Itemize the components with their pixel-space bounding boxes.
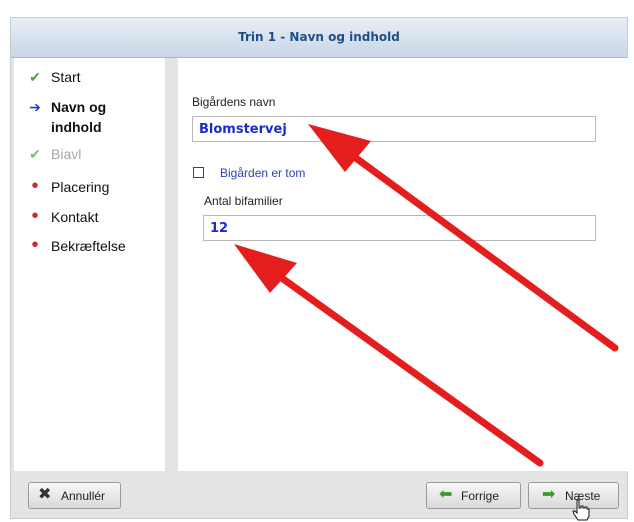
arrow-right-icon: ➡ [542,486,556,503]
page-title: Trin 1 - Navn og indhold [238,30,400,44]
step-label: Biavl [51,146,82,162]
name-label: Bigårdens navn [192,95,276,109]
check-icon: ✔ [29,69,41,85]
colonies-label: Antal bifamilier [204,194,283,208]
arrow-right-icon: ➔ [29,99,41,115]
previous-button[interactable]: ⬅ Forrige [426,482,521,509]
title-bar: Trin 1 - Navn og indhold [11,18,627,58]
bullet-icon: • [31,175,39,197]
cancel-label: Annullér [61,489,106,503]
apiary-name-field[interactable] [192,116,596,142]
cancel-button[interactable]: ✖ Annullér [28,482,121,509]
previous-label: Forrige [461,489,500,503]
hand-cursor-icon [572,499,590,521]
step-label: Placering [51,179,110,195]
empty-apiary-label[interactable]: Bigården er tom [220,166,305,180]
wizard-dialog: Trin 1 - Navn og indhold ✔ Start ➔ Navn … [0,0,634,522]
empty-apiary-checkbox[interactable] [193,167,204,178]
colonies-count-field[interactable] [203,215,596,241]
close-icon: ✖ [38,486,52,503]
check-icon: ✔ [29,146,41,162]
bullet-icon: • [31,205,39,227]
step-label: Bekræftelse [51,238,126,254]
step-label: Start [51,69,81,85]
bullet-icon: • [31,234,39,256]
arrow-left-icon: ⬅ [439,486,453,503]
step-label: Kontakt [51,209,99,225]
step-label: Navn og indhold [51,99,107,135]
